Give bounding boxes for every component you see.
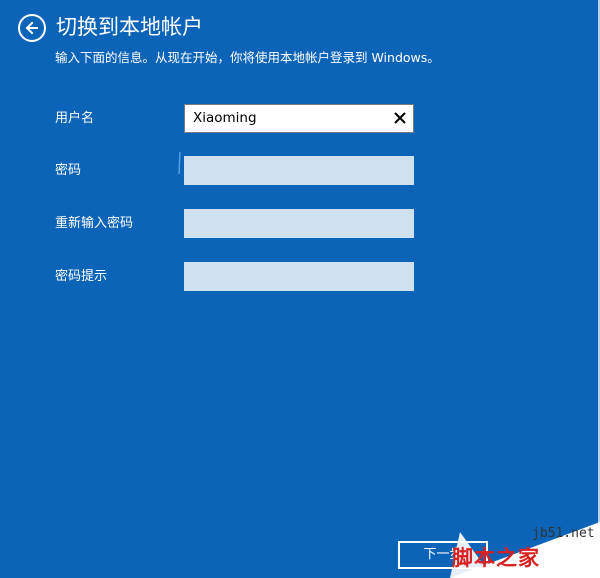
username-row: 用户名 Xiaoming [55, 104, 415, 134]
password-hint-label: 密码提示 [55, 269, 108, 284]
password-hint-row: 密码提示 [55, 262, 415, 292]
close-icon[interactable] [393, 111, 407, 125]
username-label: 用户名 [55, 111, 95, 126]
page-title: 切换到本地帐户 [56, 15, 203, 39]
watermark-brand: 脚本之家 [452, 546, 540, 570]
password-row: 密码 [55, 156, 415, 186]
page-subtitle: 输入下面的信息。从现在开始，你将使用本地帐户登录到 Windows。 [55, 50, 440, 65]
username-field[interactable]: Xiaoming [184, 104, 414, 133]
confirm-password-row: 重新输入密码 [55, 209, 415, 239]
password-field[interactable] [184, 156, 414, 185]
confirm-password-label: 重新输入密码 [55, 216, 134, 231]
cursor-mark [178, 152, 181, 174]
password-label: 密码 [55, 163, 82, 178]
username-value: Xiaoming [193, 110, 257, 126]
password-hint-field[interactable] [184, 262, 414, 291]
back-button[interactable] [18, 14, 46, 42]
watermark-site: jb51.net [532, 526, 595, 541]
back-arrow-icon [25, 21, 38, 35]
confirm-password-field[interactable] [184, 209, 414, 238]
